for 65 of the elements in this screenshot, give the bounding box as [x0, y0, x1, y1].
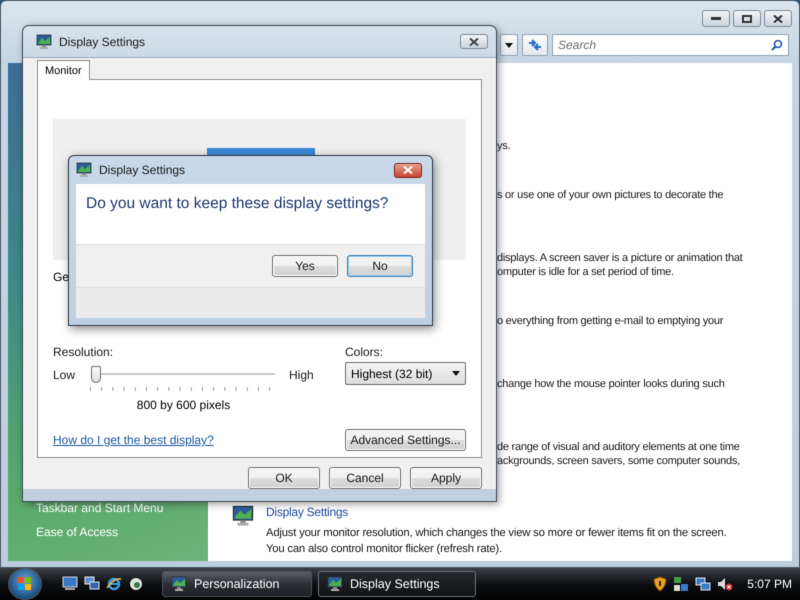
windows-logo-icon [18, 577, 32, 591]
start-button[interactable] [8, 568, 42, 600]
browser-icon[interactable] [106, 576, 122, 592]
dialog-button[interactable]: No [347, 255, 413, 277]
close-button[interactable] [394, 162, 422, 178]
monitor-icon [232, 505, 254, 527]
monitor-icon [327, 576, 343, 592]
dialog-button[interactable]: OK [248, 467, 320, 489]
search-field[interactable]: Search [552, 34, 789, 56]
minimize-icon [711, 16, 721, 20]
maximize-button[interactable] [733, 10, 761, 27]
description-text: ys. [497, 139, 512, 153]
description-text: o everything from getting e-mail to emptying your [497, 314, 724, 328]
description-text: Adjust your monitor resolution, which changes the view so more or fewer items fit on the screen. [266, 526, 727, 541]
tab[interactable]: Monitor [37, 60, 90, 80]
monitor-label: Ge [53, 270, 70, 284]
dialog-button[interactable]: Yes [272, 255, 338, 277]
close-icon [773, 14, 783, 22]
network-icon[interactable] [673, 576, 690, 592]
close-icon [403, 166, 413, 174]
description-text: de range of visual and auditory elements at one time [497, 440, 741, 454]
dialog-button[interactable]: Cancel [329, 467, 401, 489]
clock[interactable]: 5:07 PM [747, 577, 792, 591]
refresh-icon [527, 38, 543, 52]
description-text: s or use one of your own pictures to decorate the [497, 188, 724, 202]
window-title: Display Settings [99, 163, 186, 177]
description-text: change how the mouse pointer looks during such [497, 377, 726, 391]
resolution-label: Resolution: [53, 345, 114, 359]
close-icon [469, 38, 479, 46]
low-label: Low [53, 368, 76, 382]
taskbar-button[interactable]: Personalization [162, 571, 312, 597]
description-text: ackgrounds, screen savers, some computer sounds, [497, 454, 741, 468]
description-text: omputer is idle for a set period of time. [497, 265, 675, 279]
colors-dropdown[interactable]: Highest (32 bit) [345, 362, 466, 385]
search-icon [771, 39, 783, 51]
window-title: Display Settings [59, 34, 146, 48]
high-label: High [289, 368, 314, 382]
section-link[interactable]: Display Settings [266, 505, 727, 519]
close-button[interactable] [764, 10, 792, 27]
close-button[interactable] [460, 34, 488, 49]
windows-icon[interactable] [84, 576, 100, 590]
media-icon[interactable] [128, 576, 144, 592]
monitor-icon [36, 34, 52, 50]
resolution-value: 800 by 600 pixels [136, 398, 230, 412]
maximize-icon [742, 14, 752, 22]
slider-thumb[interactable] [91, 366, 102, 383]
advanced-settings-button[interactable]: Advanced Settings... [345, 429, 466, 451]
refresh-button[interactable] [522, 34, 548, 56]
description-text: displays. A screen saver is a picture or animation that [497, 251, 744, 265]
taskbar-button[interactable]: Display Settings [318, 571, 476, 597]
caret-icon [505, 42, 513, 48]
description-text: You can also control monitor flicker (refresh rate). [266, 542, 503, 557]
computers-icon[interactable] [695, 576, 712, 592]
help-link[interactable]: How do I get the best display? [53, 433, 214, 447]
question-text: Do you want to keep these display settings? [76, 184, 425, 244]
minimize-button[interactable] [702, 10, 730, 27]
monitor-icon [76, 162, 92, 178]
desktop-icon[interactable] [62, 576, 78, 590]
dialog-button[interactable]: Apply [410, 467, 482, 489]
dropdown-button[interactable] [500, 34, 518, 56]
monitor-icon [171, 576, 187, 592]
shield-icon[interactable] [653, 576, 668, 592]
caret-icon [452, 371, 460, 376]
muted-speaker-icon[interactable] [717, 576, 734, 592]
colors-label: Colors: [345, 345, 384, 359]
